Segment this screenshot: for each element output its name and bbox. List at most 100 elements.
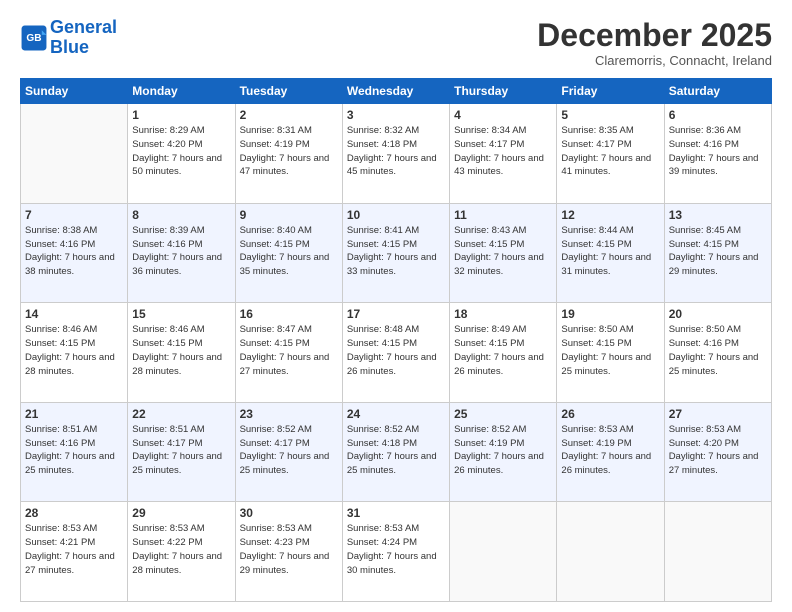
day-info: Sunrise: 8:36 AM Sunset: 4:16 PM Dayligh… — [669, 124, 767, 179]
page: GB General Blue December 2025 Claremorri… — [0, 0, 792, 612]
table-row — [664, 502, 771, 602]
logo: GB General Blue — [20, 18, 117, 58]
day-number: 30 — [240, 506, 338, 520]
calendar-header-row: Sunday Monday Tuesday Wednesday Thursday… — [21, 79, 772, 104]
day-number: 22 — [132, 407, 230, 421]
day-number: 11 — [454, 208, 552, 222]
day-info: Sunrise: 8:43 AM Sunset: 4:15 PM Dayligh… — [454, 224, 552, 279]
calendar-week-row: 14 Sunrise: 8:46 AM Sunset: 4:15 PM Dayli… — [21, 303, 772, 403]
table-row: 22Sunrise: 8:51 AM Sunset: 4:17 PM Dayli… — [128, 402, 235, 502]
day-info: Sunrise: 8:51 AM Sunset: 4:16 PM Dayligh… — [25, 423, 123, 478]
day-info: Sunrise: 8:32 AM Sunset: 4:18 PM Dayligh… — [347, 124, 445, 179]
day-info: Sunrise: 8:48 AM Sunset: 4:15 PM Dayligh… — [347, 323, 445, 378]
table-row: 23 Sunrise: 8:52 AM Sunset: 4:17 PM Dayli… — [235, 402, 342, 502]
day-number: 7 — [25, 208, 123, 222]
day-info: Sunrise: 8:47 AM Sunset: 4:15 PM Dayligh… — [240, 323, 338, 378]
table-row: 9 Sunrise: 8:40 AM Sunset: 4:15 PM Daylig… — [235, 203, 342, 303]
col-sunday: Sunday — [21, 79, 128, 104]
calendar-week-row: 1 Sunrise: 8:29 AM Sunset: 4:20 PM Daylig… — [21, 104, 772, 204]
table-row: 1 Sunrise: 8:29 AM Sunset: 4:20 PM Daylig… — [128, 104, 235, 204]
day-number: 20 — [669, 307, 767, 321]
table-row: 27 Sunrise: 8:53 AM Sunset: 4:20 PM Dayli… — [664, 402, 771, 502]
day-info: Sunrise: 8:35 AM Sunset: 4:17 PM Dayligh… — [561, 124, 659, 179]
day-info: Sunrise: 8:52 AM Sunset: 4:17 PM Dayligh… — [240, 423, 338, 478]
day-info: Sunrise: 8:53 AM Sunset: 4:23 PM Dayligh… — [240, 522, 338, 577]
day-number: 3 — [347, 108, 445, 122]
col-monday: Monday — [128, 79, 235, 104]
logo-line2: Blue — [50, 37, 89, 57]
day-info: Sunrise: 8:49 AM Sunset: 4:15 PM Dayligh… — [454, 323, 552, 378]
table-row: 30 Sunrise: 8:53 AM Sunset: 4:23 PM Dayli… — [235, 502, 342, 602]
day-number: 2 — [240, 108, 338, 122]
month-title: December 2025 — [537, 18, 772, 53]
day-info: Sunrise: 8:52 AM Sunset: 4:19 PM Dayligh… — [454, 423, 552, 478]
day-info: Sunrise: 8:53 AM Sunset: 4:22 PM Dayligh… — [132, 522, 230, 577]
logo-text: General Blue — [50, 18, 117, 58]
day-number: 21 — [25, 407, 123, 421]
table-row: 28 Sunrise: 8:53 AM Sunset: 4:21 PM Dayli… — [21, 502, 128, 602]
day-info: Sunrise: 8:46 AM Sunset: 4:15 PM Dayligh… — [25, 323, 123, 378]
table-row: 11 Sunrise: 8:43 AM Sunset: 4:15 PM Dayli… — [450, 203, 557, 303]
day-number: 23 — [240, 407, 338, 421]
day-number: 24 — [347, 407, 445, 421]
day-info: Sunrise: 8:53 AM Sunset: 4:21 PM Dayligh… — [25, 522, 123, 577]
day-info: Sunrise: 8:50 AM Sunset: 4:15 PM Dayligh… — [561, 323, 659, 378]
day-number: 9 — [240, 208, 338, 222]
day-number: 14 — [25, 307, 123, 321]
day-number: 25 — [454, 407, 552, 421]
day-number: 13 — [669, 208, 767, 222]
day-number: 16 — [240, 307, 338, 321]
svg-text:GB: GB — [26, 33, 41, 44]
day-number: 8 — [132, 208, 230, 222]
table-row: 5Sunrise: 8:35 AM Sunset: 4:17 PM Daylig… — [557, 104, 664, 204]
day-number: 12 — [561, 208, 659, 222]
table-row: 10Sunrise: 8:41 AM Sunset: 4:15 PM Dayli… — [342, 203, 449, 303]
table-row: 4 Sunrise: 8:34 AM Sunset: 4:17 PM Daylig… — [450, 104, 557, 204]
logo-line1: General — [50, 17, 117, 37]
table-row: 17 Sunrise: 8:48 AM Sunset: 4:15 PM Dayli… — [342, 303, 449, 403]
day-info: Sunrise: 8:46 AM Sunset: 4:15 PM Dayligh… — [132, 323, 230, 378]
title-block: December 2025 Claremorris, Connacht, Ire… — [537, 18, 772, 68]
calendar-week-row: 7Sunrise: 8:38 AM Sunset: 4:16 PM Daylig… — [21, 203, 772, 303]
day-info: Sunrise: 8:50 AM Sunset: 4:16 PM Dayligh… — [669, 323, 767, 378]
col-tuesday: Tuesday — [235, 79, 342, 104]
day-number: 15 — [132, 307, 230, 321]
day-info: Sunrise: 8:41 AM Sunset: 4:15 PM Dayligh… — [347, 224, 445, 279]
logo-icon: GB — [20, 24, 48, 52]
day-info: Sunrise: 8:52 AM Sunset: 4:18 PM Dayligh… — [347, 423, 445, 478]
table-row: 12 Sunrise: 8:44 AM Sunset: 4:15 PM Dayli… — [557, 203, 664, 303]
col-saturday: Saturday — [664, 79, 771, 104]
col-wednesday: Wednesday — [342, 79, 449, 104]
day-info: Sunrise: 8:45 AM Sunset: 4:15 PM Dayligh… — [669, 224, 767, 279]
day-number: 27 — [669, 407, 767, 421]
day-info: Sunrise: 8:44 AM Sunset: 4:15 PM Dayligh… — [561, 224, 659, 279]
day-info: Sunrise: 8:31 AM Sunset: 4:19 PM Dayligh… — [240, 124, 338, 179]
day-number: 28 — [25, 506, 123, 520]
table-row: 16 Sunrise: 8:47 AM Sunset: 4:15 PM Dayli… — [235, 303, 342, 403]
day-info: Sunrise: 8:40 AM Sunset: 4:15 PM Dayligh… — [240, 224, 338, 279]
day-number: 26 — [561, 407, 659, 421]
table-row: 2 Sunrise: 8:31 AM Sunset: 4:19 PM Daylig… — [235, 104, 342, 204]
table-row: 18 Sunrise: 8:49 AM Sunset: 4:15 PM Dayli… — [450, 303, 557, 403]
table-row: 29Sunrise: 8:53 AM Sunset: 4:22 PM Dayli… — [128, 502, 235, 602]
day-number: 18 — [454, 307, 552, 321]
table-row: 24 Sunrise: 8:52 AM Sunset: 4:18 PM Dayli… — [342, 402, 449, 502]
table-row: 19 Sunrise: 8:50 AM Sunset: 4:15 PM Dayli… — [557, 303, 664, 403]
table-row: 26Sunrise: 8:53 AM Sunset: 4:19 PM Dayli… — [557, 402, 664, 502]
calendar-week-row: 21 Sunrise: 8:51 AM Sunset: 4:16 PM Dayli… — [21, 402, 772, 502]
col-friday: Friday — [557, 79, 664, 104]
day-info: Sunrise: 8:29 AM Sunset: 4:20 PM Dayligh… — [132, 124, 230, 179]
day-number: 4 — [454, 108, 552, 122]
day-info: Sunrise: 8:53 AM Sunset: 4:20 PM Dayligh… — [669, 423, 767, 478]
table-row: 7Sunrise: 8:38 AM Sunset: 4:16 PM Daylig… — [21, 203, 128, 303]
day-number: 6 — [669, 108, 767, 122]
day-number: 1 — [132, 108, 230, 122]
table-row — [450, 502, 557, 602]
day-info: Sunrise: 8:34 AM Sunset: 4:17 PM Dayligh… — [454, 124, 552, 179]
table-row: 6 Sunrise: 8:36 AM Sunset: 4:16 PM Daylig… — [664, 104, 771, 204]
day-number: 17 — [347, 307, 445, 321]
calendar-table: Sunday Monday Tuesday Wednesday Thursday… — [20, 78, 772, 602]
table-row: 15 Sunrise: 8:46 AM Sunset: 4:15 PM Dayli… — [128, 303, 235, 403]
table-row — [21, 104, 128, 204]
day-number: 19 — [561, 307, 659, 321]
